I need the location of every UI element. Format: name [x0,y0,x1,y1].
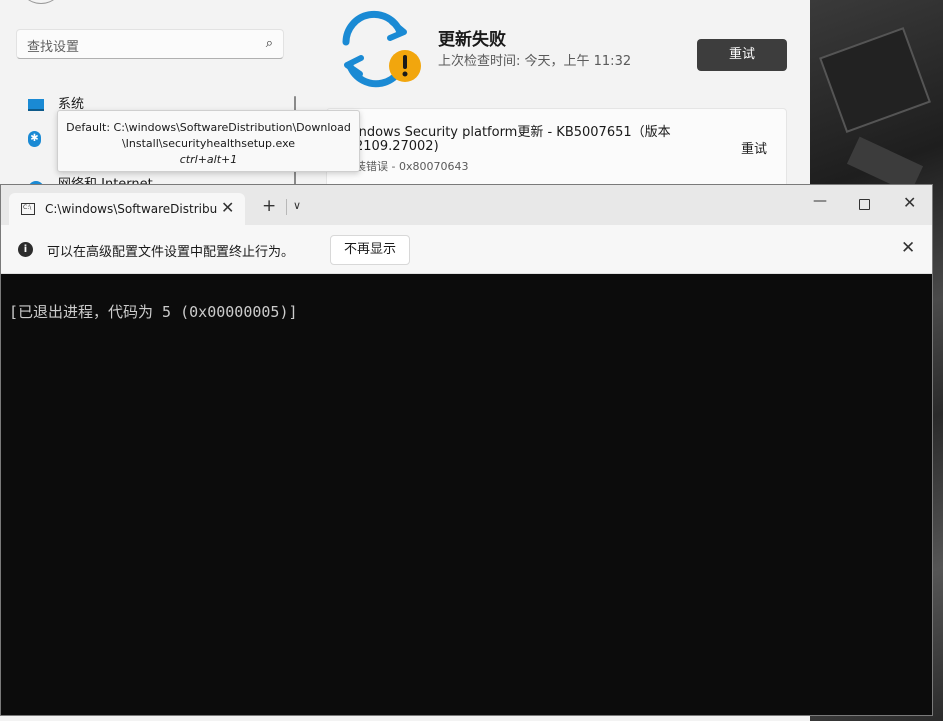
info-bar: i 可以在高级配置文件设置中配置终止行为。 不再显示 ✕ [1,225,932,274]
info-message: 可以在高级配置文件设置中配置终止行为。 [47,245,295,260]
chevron-down-icon[interactable]: ∨ [293,199,301,212]
update-item-title: indows Security platform更新 - KB5007651（版… [355,125,671,140]
update-item-retry-button[interactable]: 重试 [741,138,767,157]
console-line: [已退出进程，代码为 5 (0x00000005)] [9,303,298,321]
wallpaper-shape [819,27,931,133]
console-output[interactable]: [已退出进程，代码为 5 (0x00000005)] [1,275,932,715]
monitor-icon [28,98,44,111]
tooltip-path: Default: C:\windows\SoftwareDistribution… [66,121,351,134]
minimize-icon[interactable]: — [813,193,827,209]
cmd-icon: C:\ [21,203,35,215]
sidebar-item-bluetooth[interactable]: ✱ [28,131,55,147]
tab-divider [286,199,287,215]
last-checked-text: 上次检查时间: 今天，上午 11:32 [438,54,632,69]
close-icon[interactable]: ✕ [901,238,915,258]
retry-button[interactable]: 重试 [697,39,787,71]
bluetooth-icon: ✱ [28,131,41,147]
dont-show-again-button[interactable]: 不再显示 [330,235,410,265]
search-placeholder: 查找设置 [27,40,80,55]
tooltip: Default: C:\windows\SoftwareDistribution… [57,110,360,172]
plus-icon[interactable]: + [262,196,276,216]
search-icon[interactable]: ⌕ [266,36,273,51]
tooltip-shortcut: ctrl+alt+1 [179,153,238,166]
terminal-window: C:\ C:\windows\SoftwareDistribu ✕ + ∨ — … [0,184,933,716]
tab-title: C:\windows\SoftwareDistribu [45,202,217,216]
tab-bar: C:\ C:\windows\SoftwareDistribu ✕ + ∨ — … [1,185,932,225]
update-item-title-cont: 2109.27002) [355,139,439,154]
tooltip-path-cont: \Install\securityhealthsetup.exe [121,137,296,150]
sync-icon [342,10,421,88]
update-item-error: 装错误 - 0x80070643 [355,160,469,173]
close-window-icon[interactable]: ✕ [903,193,916,212]
maximize-icon[interactable] [859,199,870,210]
avatar[interactable] [18,0,64,4]
info-icon: i [18,242,33,257]
update-item-card: indows Security platform更新 - KB5007651（版… [326,108,787,188]
update-status-title: 更新失败 [438,30,506,50]
search-input[interactable]: 查找设置 ⌕ [16,29,284,59]
close-tab-icon[interactable]: ✕ [221,198,234,217]
terminal-tab[interactable]: C:\ C:\windows\SoftwareDistribu ✕ [9,193,245,225]
